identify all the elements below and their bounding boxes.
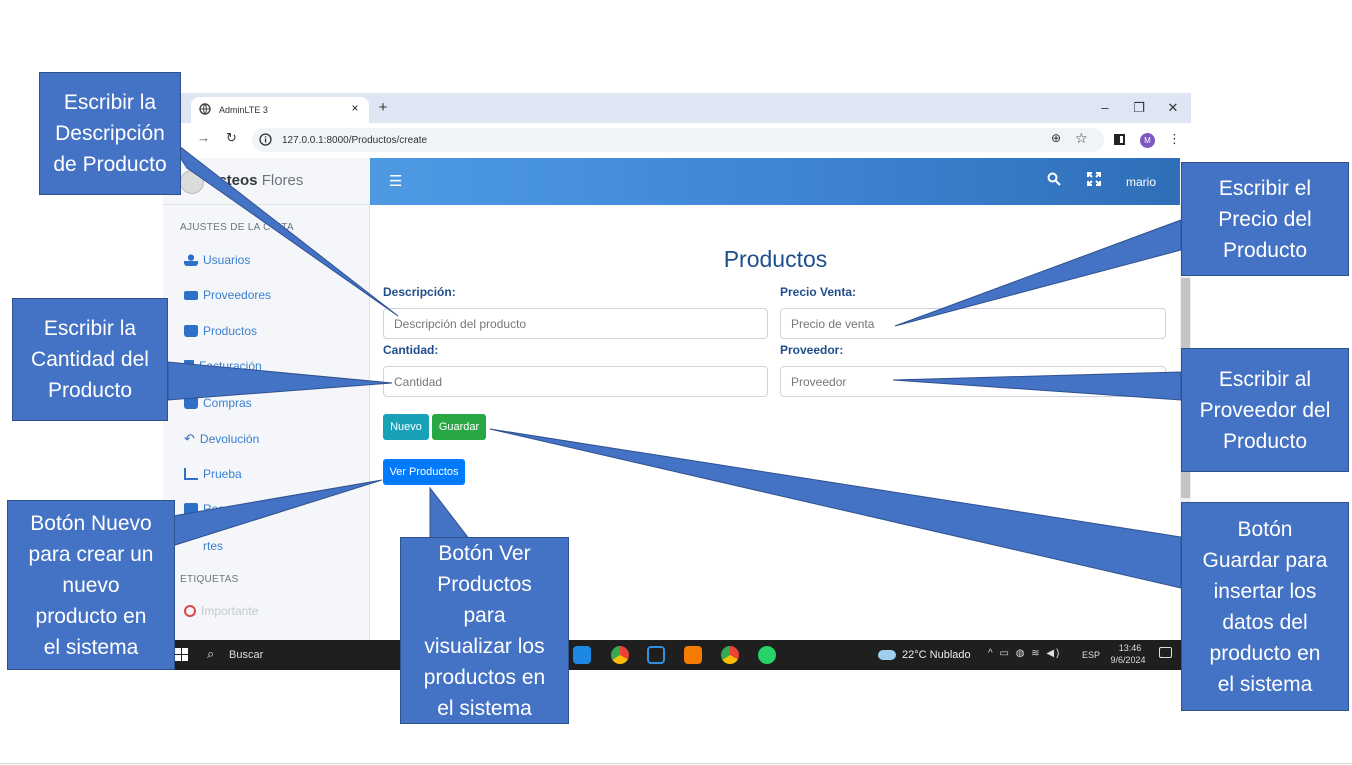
guardar-button[interactable]: Guardar [432,414,486,440]
windows-start-icon[interactable] [175,648,188,661]
invoice-icon [184,360,194,372]
browser-menu-icon[interactable]: ⋮ [1168,131,1181,147]
report-icon [184,540,198,552]
zoom-icon[interactable]: ⊕ [1051,131,1061,145]
browser-tab[interactable]: AdminLTE 3 [191,97,369,123]
language-indicator[interactable]: ESP [1082,650,1100,660]
bag-icon [184,397,198,409]
sidebar-item-productos[interactable]: Productos [184,324,257,338]
callout-cantidad: Escribir la Cantidad del Producto [12,298,168,421]
tab-title: AdminLTE 3 [219,105,268,115]
slide-bottom-rule [0,763,1352,764]
globe-icon [199,103,211,115]
bag-icon [184,325,198,337]
brand-name: acteos Flores [210,172,304,189]
side-panel-icon[interactable] [1114,134,1125,145]
user-menu[interactable]: mario [1126,175,1156,189]
bookmark-star-icon[interactable]: ☆ [1075,130,1088,147]
system-tray-icons[interactable]: ^ ▭ ◍ ≋ ◀) [988,648,1061,659]
lock-icon [184,503,198,515]
ver-productos-button[interactable]: Ver Productos [383,459,465,485]
hamburger-menu-icon[interactable]: ☰ [389,172,402,190]
mail-app-icon[interactable] [573,646,591,664]
forward-icon[interactable]: → [197,130,210,145]
address-bar[interactable]: 127.0.0.1:8000/Productos/create [252,128,1104,152]
weather-text[interactable]: 22°C Nublado [902,649,971,661]
notification-icon[interactable] [1159,647,1172,658]
sidebar-item-proveedores[interactable]: Proveedores [184,288,271,302]
profile-avatar[interactable]: M [1140,133,1155,148]
precio-input[interactable]: Precio de venta [780,308,1166,339]
cantidad-input[interactable]: Cantidad [383,366,768,397]
minimize-icon[interactable]: – [1096,99,1114,117]
window-close-icon[interactable]: ✕ [1164,99,1182,117]
cantidad-label: Cantidad: [383,343,439,357]
url-text: 127.0.0.1:8000/Productos/create [282,134,428,146]
taskbar-search-label[interactable]: Buscar [229,649,263,661]
brand-logo [180,170,204,194]
precio-label: Precio Venta: [780,285,857,299]
vscode-app-icon[interactable] [647,646,665,664]
sidebar-section-account: AJUSTES DE LA C NTA [180,222,294,233]
restore-icon[interactable]: ❐ [1130,99,1148,117]
xampp-app-icon[interactable] [684,646,702,664]
sidebar-item-prueba[interactable]: Prueba [184,467,242,481]
sidebar-item-devolucion[interactable]: ↶ Devolución [184,431,259,447]
page-title: Productos [723,246,828,272]
fullscreen-icon[interactable] [1087,172,1101,186]
callout-precio: Escribir el Precio del Producto [1181,162,1349,276]
callout-guardar: Botón Guardar para insertar los datos de… [1181,502,1349,711]
whatsapp-app-icon[interactable] [758,646,776,664]
callout-descripcion: Escribir la Descripción de Producto [39,72,181,195]
chrome-profile-app-icon[interactable] [721,646,739,664]
sidebar-section-tags: ETIQUETAS [180,574,239,585]
search-icon[interactable] [1047,172,1061,186]
sidebar-item-importante[interactable]: Importante [184,604,258,618]
sidebar-item-respaldo[interactable]: Respaldo [184,502,254,516]
nuevo-button[interactable]: Nuevo [383,414,429,440]
taskbar-search-icon[interactable]: ⌕ [207,646,214,662]
proveedor-label: Proveedor: [780,343,844,357]
undo-icon: ↶ [184,431,195,446]
cloud-icon [878,650,896,660]
callout-ver-productos: Botón Ver Productos para visualizar los … [400,537,569,724]
circle-icon [184,605,196,617]
sidebar-item-usuarios[interactable]: Usuarios [184,253,250,267]
clock-date[interactable]: 9/6/2024 [1106,655,1150,665]
new-tab-icon[interactable]: + [375,99,391,117]
sidebar-item-facturacion[interactable]: Facturación [184,359,262,373]
clock-time[interactable]: 13:46 [1110,643,1150,653]
callout-nuevo: Botón Nuevo para crear un nuevo producto… [7,500,175,670]
chrome-app-icon[interactable] [611,646,629,664]
descripcion-label: Descripción: [383,285,456,299]
tab-close-icon[interactable]: × [348,100,362,116]
reload-icon[interactable]: ↻ [226,130,237,146]
sidebar-item-reportes[interactable]: rtes [184,539,223,553]
truck-icon [184,290,198,300]
info-icon[interactable] [259,133,272,146]
sidebar-item-compras[interactable]: Compras [184,396,252,410]
callout-proveedor: Escribir al Proveedor del Producto [1181,348,1349,472]
user-icon [184,254,198,266]
chart-icon [184,468,198,480]
proveedor-input[interactable]: Proveedor [780,366,1166,397]
descripcion-input[interactable]: Descripción del producto [383,308,768,339]
